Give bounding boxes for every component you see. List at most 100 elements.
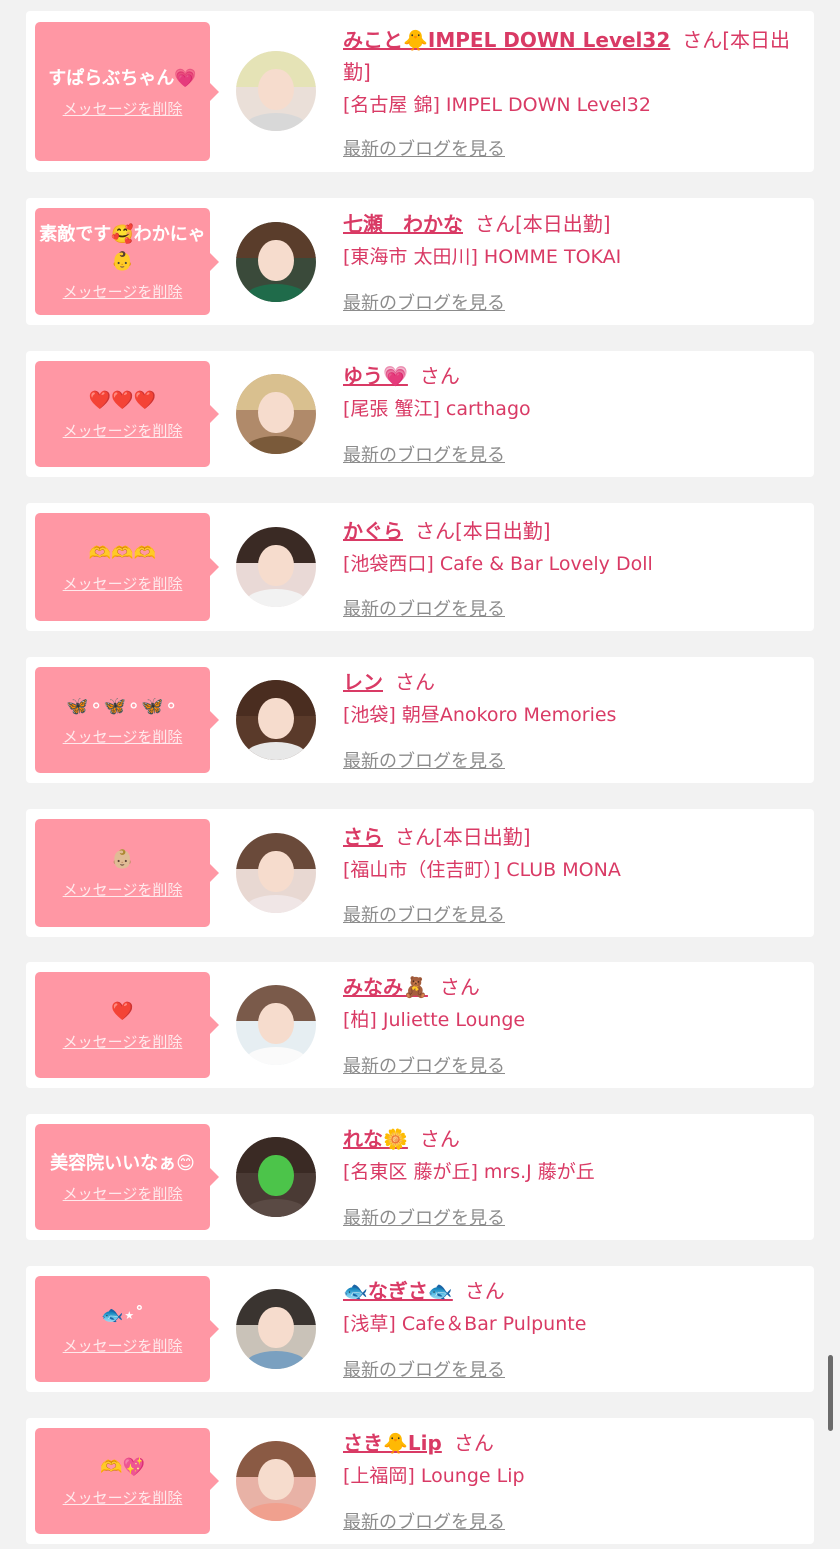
list-item: 美容院いいなぁ😊 メッセージを削除 れな🌼 さん [名東区 藤が丘] mrs.J … — [26, 1114, 814, 1240]
avatar[interactable] — [236, 51, 316, 131]
delete-message-link[interactable]: メッセージを削除 — [63, 879, 183, 900]
message-text: 美容院いいなぁ😊 — [50, 1153, 195, 1174]
profile-name-link[interactable]: みこと🐥IMPEL DOWN Level32 — [343, 28, 670, 52]
name-line: みこと🐥IMPEL DOWN Level32 さん[本日出勤] — [343, 24, 802, 88]
honorific: さん — [419, 1127, 460, 1151]
list-item: 🐟⋆˚ メッセージを削除 🐟なぎさ🐟 さん [浅草] Cafe＆Bar Pulpu… — [26, 1266, 814, 1392]
name-line: 🐟なぎさ🐟 さん — [343, 1275, 802, 1307]
attendance-status: [本日出勤] — [515, 212, 611, 236]
latest-blog-link[interactable]: 最新のブログを見る — [343, 289, 505, 315]
delete-message-link[interactable]: メッセージを削除 — [63, 1487, 183, 1508]
profile-name-link[interactable]: みなみ🧸 — [343, 975, 428, 999]
name-line: さら さん[本日出勤] — [343, 821, 802, 853]
message-bubble: すぱらぶちゃん💗 メッセージを削除 — [35, 22, 219, 161]
avatar[interactable] — [236, 1441, 316, 1521]
honorific: さん — [439, 975, 480, 999]
message-bubble: 🐟⋆˚ メッセージを削除 — [35, 1276, 219, 1382]
latest-blog-link[interactable]: 最新のブログを見る — [343, 901, 505, 927]
honorific: さん — [475, 212, 515, 236]
shop-name: [名東区 藤が丘] mrs.J 藤が丘 — [343, 1161, 595, 1183]
delete-message-link[interactable]: メッセージを削除 — [63, 420, 183, 441]
profile-name-link[interactable]: 七瀬 わかな — [343, 212, 463, 236]
name-line: かぐら さん[本日出勤] — [343, 515, 802, 547]
delete-message-link[interactable]: メッセージを削除 — [63, 98, 183, 119]
honorific: さん — [419, 364, 460, 388]
message-bubble: 🫶🫶🫶 メッセージを削除 — [35, 513, 219, 621]
avatar[interactable] — [236, 1289, 316, 1369]
honorific: さん — [395, 670, 435, 694]
message-text: すぱらぶちゃん💗 — [48, 67, 197, 89]
attendance-status: [本日出勤] — [455, 519, 551, 543]
shop-name: [浅草] Cafe＆Bar Pulpunte — [343, 1313, 587, 1335]
delete-message-link[interactable]: メッセージを削除 — [63, 281, 183, 302]
profile-name-link[interactable]: さら — [343, 825, 383, 849]
profile-info: みなみ🧸 さん [柏] Juliette Lounge — [343, 971, 802, 1036]
honorific: さん — [415, 519, 455, 543]
shop-name: [上福岡] Lounge Lip — [343, 1465, 525, 1487]
avatar[interactable] — [236, 222, 316, 302]
message-bubble: 🦋⚬🦋⚬🦋⚬ メッセージを削除 — [35, 667, 219, 773]
profile-name-link[interactable]: さき🐥Lip — [343, 1431, 442, 1455]
latest-blog-link[interactable]: 最新のブログを見る — [343, 1508, 505, 1534]
latest-blog-link[interactable]: 最新のブログを見る — [343, 135, 505, 161]
latest-blog-link[interactable]: 最新のブログを見る — [343, 441, 505, 467]
delete-message-link[interactable]: メッセージを削除 — [63, 1031, 183, 1052]
name-line: レン さん — [343, 666, 802, 698]
list-item: ❤️ メッセージを削除 みなみ🧸 さん [柏] Juliette Lounge 最… — [26, 962, 814, 1088]
avatar[interactable] — [236, 833, 316, 913]
message-bubble: 素敵です🥰わかにゃ👶 メッセージを削除 — [35, 208, 219, 315]
latest-blog-link[interactable]: 最新のブログを見る — [343, 1204, 505, 1230]
message-text: 🐟⋆˚ — [101, 1305, 144, 1326]
honorific: さん — [395, 825, 435, 849]
profile-name-link[interactable]: れな🌼 — [343, 1127, 408, 1151]
profile-info: かぐら さん[本日出勤] [池袋西口] Cafe & Bar Lovely Dol… — [343, 515, 802, 580]
delete-message-link[interactable]: メッセージを削除 — [63, 1335, 183, 1356]
list-item: 🫶💖 メッセージを削除 さき🐥Lip さん [上福岡] Lounge Lip 最新… — [26, 1418, 814, 1544]
honorific: さん — [464, 1279, 505, 1303]
list-item: すぱらぶちゃん💗 メッセージを削除 みこと🐥IMPEL DOWN Level32… — [26, 11, 814, 172]
profile-name-link[interactable]: レン — [343, 670, 383, 694]
shop-name: [池袋] 朝昼Anokoro Memories — [343, 704, 617, 726]
avatar[interactable] — [236, 527, 316, 607]
profile-info: さら さん[本日出勤] [福山市（住吉町）] CLUB MONA — [343, 821, 802, 886]
attendance-status: [本日出勤] — [435, 825, 531, 849]
honorific: さん — [453, 1431, 494, 1455]
avatar[interactable] — [236, 985, 316, 1065]
message-text: ❤️ — [111, 1001, 134, 1022]
profile-info: ゆう💗 さん [尾張 蟹江] carthago — [343, 360, 802, 425]
name-line: ゆう💗 さん — [343, 360, 802, 392]
message-text: ❤️❤️❤️ — [88, 390, 157, 411]
avatar[interactable] — [236, 1137, 316, 1217]
delete-message-link[interactable]: メッセージを削除 — [63, 573, 183, 594]
message-bubble: ❤️❤️❤️ メッセージを削除 — [35, 361, 219, 467]
list-item: ❤️❤️❤️ メッセージを削除 ゆう💗 さん [尾張 蟹江] carthago 最… — [26, 351, 814, 477]
latest-blog-link[interactable]: 最新のブログを見る — [343, 595, 505, 621]
shop-name: [福山市（住吉町）] CLUB MONA — [343, 859, 621, 881]
shop-name: [東海市 太田川] HOMME TOKAI — [343, 246, 622, 268]
message-bubble: ❤️ メッセージを削除 — [35, 972, 219, 1078]
profile-name-link[interactable]: ゆう💗 — [343, 364, 408, 388]
avatar[interactable] — [236, 374, 316, 454]
profile-info: レン さん [池袋] 朝昼Anokoro Memories — [343, 666, 802, 731]
shop-name: [尾張 蟹江] carthago — [343, 398, 531, 420]
list-item: 👶🏼 メッセージを削除 さら さん[本日出勤] [福山市（住吉町）] CLUB M… — [26, 809, 814, 937]
avatar[interactable] — [236, 680, 316, 760]
latest-blog-link[interactable]: 最新のブログを見る — [343, 1052, 505, 1078]
delete-message-link[interactable]: メッセージを削除 — [63, 726, 183, 747]
profile-info: 七瀬 わかな さん[本日出勤] [東海市 太田川] HOMME TOKAI — [343, 208, 802, 273]
delete-message-link[interactable]: メッセージを削除 — [63, 1183, 183, 1204]
list-item: 🫶🫶🫶 メッセージを削除 かぐら さん[本日出勤] [池袋西口] Cafe & B… — [26, 503, 814, 631]
latest-blog-link[interactable]: 最新のブログを見る — [343, 1356, 505, 1382]
profile-info: さき🐥Lip さん [上福岡] Lounge Lip — [343, 1427, 802, 1492]
message-text: 🦋⚬🦋⚬🦋⚬ — [66, 696, 179, 717]
name-line: 七瀬 わかな さん[本日出勤] — [343, 208, 802, 240]
profile-info: れな🌼 さん [名東区 藤が丘] mrs.J 藤が丘 — [343, 1123, 802, 1188]
message-text: 🫶🫶🫶 — [88, 543, 157, 564]
name-line: みなみ🧸 さん — [343, 971, 802, 1003]
scrollbar[interactable] — [828, 1355, 833, 1431]
latest-blog-link[interactable]: 最新のブログを見る — [343, 747, 505, 773]
list-item: 🦋⚬🦋⚬🦋⚬ メッセージを削除 レン さん [池袋] 朝昼Anokoro Memo… — [26, 657, 814, 783]
name-line: さき🐥Lip さん — [343, 1427, 802, 1459]
profile-name-link[interactable]: かぐら — [343, 519, 403, 543]
profile-name-link[interactable]: 🐟なぎさ🐟 — [343, 1279, 453, 1303]
